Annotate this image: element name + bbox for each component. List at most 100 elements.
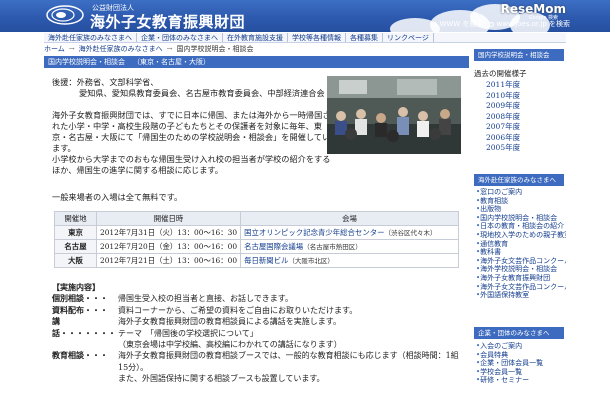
sponsors-line: 愛知県、愛知県教育委員会、名古屋市教育委員会、中部経済連合会 (79, 88, 325, 98)
sidebar-link[interactable]: •教科書 (476, 248, 566, 257)
sidebar-link[interactable]: •外国語保持教室 (476, 291, 566, 300)
table-header: 開催地 (54, 211, 97, 226)
details-heading: 【実施内容】 (52, 282, 100, 292)
sidebar-link[interactable]: •会員特典 (476, 351, 566, 360)
venue-location: （渋谷区代々木） (384, 229, 437, 237)
breadcrumb-item[interactable]: 海外赴任家族のみなさまへ (79, 44, 163, 54)
free-admission-note: 一般来場者の入場は全て無料です。 (52, 192, 183, 202)
search-www-option[interactable]: WWW を検索 (432, 19, 483, 29)
venue-location: （名古屋市熱田区） (303, 243, 362, 251)
venue-location: （大阪市北区） (288, 257, 334, 265)
intro-line: ます。 (52, 143, 76, 153)
sidebar-link[interactable]: •入会のご案内 (476, 342, 566, 351)
year-link[interactable]: 2008年度 (486, 112, 520, 123)
detail-row: 講 海外子女教育振興財団の教育相談員による講話を実施します。 (52, 316, 462, 327)
table-row: 東京 2012年7月31日（火）13：00～16：30 国立オリンピック記念青少… (54, 225, 459, 240)
detail-label: 個別相談・・・ (52, 293, 108, 304)
detail-value: また、外国語保持に関する相談ブースも設置しています。 (118, 374, 325, 384)
breadcrumb-separator: → (68, 45, 75, 53)
nav-item[interactable]: 各種募集 (346, 33, 383, 42)
sidebar-link[interactable]: •出版物 (476, 205, 566, 214)
city-cell: 大阪 (54, 253, 97, 268)
date-cell: 2012年7月21日（土）13：00～16：00 (95, 253, 242, 268)
nav-item[interactable]: 学校等各種情報 (288, 33, 346, 42)
sidebar-link[interactable]: •海外子女教育振興財団 (476, 274, 566, 283)
sidebar-family-links: •窓口のご案内 •教育相談 •出版物 •国内学校説明会・相談会 •日本の教育・相… (476, 188, 566, 300)
breadcrumb-current: 国内学校説明会・相談会 (176, 45, 254, 53)
event-photo (327, 76, 461, 154)
nav-item[interactable]: 在外教育施設支援 (223, 33, 288, 42)
sidebar-link[interactable]: •研修・セミナー (476, 376, 566, 385)
sidebar-title-companies[interactable]: 企業・団体のみなさまへ (474, 327, 564, 339)
nav-item[interactable]: リンクページ (383, 33, 434, 42)
table-header: 会場 (240, 211, 459, 226)
sidebar-link[interactable]: •学校会員一覧 (476, 368, 566, 377)
detail-value: 海外子女教育振興財団の教育相談員による講話を実施します。 (118, 317, 341, 327)
page-title-label: 国内学校説明会・相談会 (48, 58, 125, 66)
intro-line: 小学校から大学までのおもな帰国生受け入れ校の担当者が学校の紹介をする (52, 154, 331, 164)
detail-row: 個別相談・・・ 帰国生受入校の担当者と直接、お話しできます。 (52, 293, 462, 304)
sidebar-link[interactable]: •海外学校説明会・相談会 (476, 265, 566, 274)
sidebar-link[interactable]: •日本の教育・相談会の紹介 (476, 222, 566, 231)
detail-label (52, 373, 118, 384)
city-cell: 東京 (54, 225, 97, 240)
detail-value: 資料コーナーから、ご希望の資料をご自由にお取りいただけます。 (118, 305, 358, 315)
venue-link[interactable]: 国立オリンピック記念青少年総合センター (244, 228, 384, 237)
detail-label (52, 339, 118, 350)
venue-link[interactable]: 毎日新聞ビル (244, 256, 288, 265)
nav-item[interactable]: 海外赴任家族のみなさまへ (44, 33, 137, 42)
event-photo-image (327, 76, 461, 154)
sidebar-link[interactable]: •国内学校説明会・相談会 (476, 214, 566, 223)
sidebar-link[interactable]: •窓口のご案内 (476, 188, 566, 197)
detail-row: （東京会場は中学校編、高校編にわかれての講話になります） (52, 339, 462, 350)
sidebar-link[interactable]: •教育相談 (476, 197, 566, 206)
detail-label: 話・・・・・・・ (52, 327, 116, 338)
venue-link[interactable]: 名古屋国際会議場 (244, 242, 303, 251)
date-cell: 2012年7月31日（火）13：00～16：30 (95, 225, 242, 240)
intro-line: 海外子女教育振興財団では、すでに日本に帰国、または海外から一時帰国さ (52, 110, 331, 120)
detail-label: 教育相談・・・ (52, 350, 108, 361)
breadcrumb-separator: → (166, 45, 173, 53)
detail-row: 資料配布・・・ 資料コーナーから、ご希望の資料をご自由にお取りいただけます。 (52, 305, 462, 316)
intro-line: ほか、帰国生の進学に関する相談に応じます。 (52, 165, 223, 175)
page-title-cities: （東京・名古屋・大阪） (133, 58, 210, 66)
year-link[interactable]: 2009年度 (486, 101, 520, 112)
sidebar-link[interactable]: •海外子女文芸作品コンクール (476, 257, 566, 266)
sidebar-past-label: 過去の開催様子 (474, 69, 527, 78)
sidebar-title-seminar[interactable]: 国内学校説明会・相談会 (474, 49, 564, 61)
sidebar-title-families[interactable]: 海外赴任家族のみなさまへ (474, 174, 564, 186)
year-link[interactable]: 2006年度 (486, 133, 520, 144)
radio-icon (489, 21, 495, 27)
search-site-option[interactable]: www.joes.or.jp を検索 (489, 19, 570, 29)
program-details: 【実施内容】 個別相談・・・ 帰国生受入校の担当者と直接、お話しできます。 資料配… (52, 282, 462, 385)
year-link[interactable]: 2010年度 (486, 91, 520, 102)
site-header: 公益財団法人 海外子女教育振興財団 ReseMom Google 検索 WWW … (0, 0, 610, 32)
sponsors: 後援：外務省、文部科学省、 愛知県、愛知県教育委員会、名古屋市教育委員会、中部経… (52, 77, 325, 99)
detail-row: 話・・・・・・・ テーマ 「帰国後の学校選択について」 (52, 328, 462, 339)
detail-value: 海外子女教育振興財団の教育相談ブースでは、一般的な教育相談にも応じます（相談時間… (118, 351, 459, 372)
foundation-logo-icon[interactable] (45, 4, 85, 26)
year-link[interactable]: 2011年度 (486, 80, 520, 91)
detail-value: テーマ 「帰国後の学校選択について」 (118, 328, 258, 338)
page-title: 国内学校説明会・相談会 （東京・名古屋・大阪） (44, 56, 469, 68)
breadcrumb: ホーム → 海外赴任家族のみなさまへ → 国内学校説明会・相談会 (44, 44, 474, 54)
intro-line: れた小学・中学・高校生段階の子どもたちとその保護者を対象に毎年、東 (52, 121, 322, 131)
sidebar-link[interactable]: •海外子女文芸作品コンクール (476, 283, 566, 292)
city-cell: 名古屋 (54, 239, 97, 254)
table-header: 開催日時 (95, 211, 242, 226)
detail-value: （東京会場は中学校編、高校編にわかれての講話になります） (118, 340, 342, 350)
nav-item[interactable]: 企業・団体のみなさまへ (137, 33, 223, 42)
sidebar-link[interactable]: •企業・団体会員一覧 (476, 359, 566, 368)
detail-row: 教育相談・・・ 海外子女教育振興財団の教育相談ブースでは、一般的な教育相談にも応じ… (52, 350, 462, 373)
sidebar-link[interactable]: •通信教育 (476, 240, 566, 249)
year-link[interactable]: 2007年度 (486, 122, 520, 133)
schedule-table: 開催地 開催日時 会場 東京 2012年7月31日（火）13：00～16：30 … (54, 211, 459, 268)
sidebar-link[interactable]: •現地校入学のための親子教室 (476, 231, 566, 240)
year-link[interactable]: 2005年度 (486, 143, 520, 154)
table-row: 大阪 2012年7月21日（土）13：00～16：00 毎日新聞ビル（大阪市北区… (54, 253, 459, 268)
sponsors-line: 後援：外務省、文部科学省、 (52, 77, 159, 87)
org-name[interactable]: 海外子女教育振興財団 (90, 11, 245, 32)
detail-label: 講 (52, 316, 68, 327)
venue-cell: 名古屋国際会議場（名古屋市熱田区） (240, 239, 459, 254)
breadcrumb-home[interactable]: ホーム (44, 44, 65, 54)
